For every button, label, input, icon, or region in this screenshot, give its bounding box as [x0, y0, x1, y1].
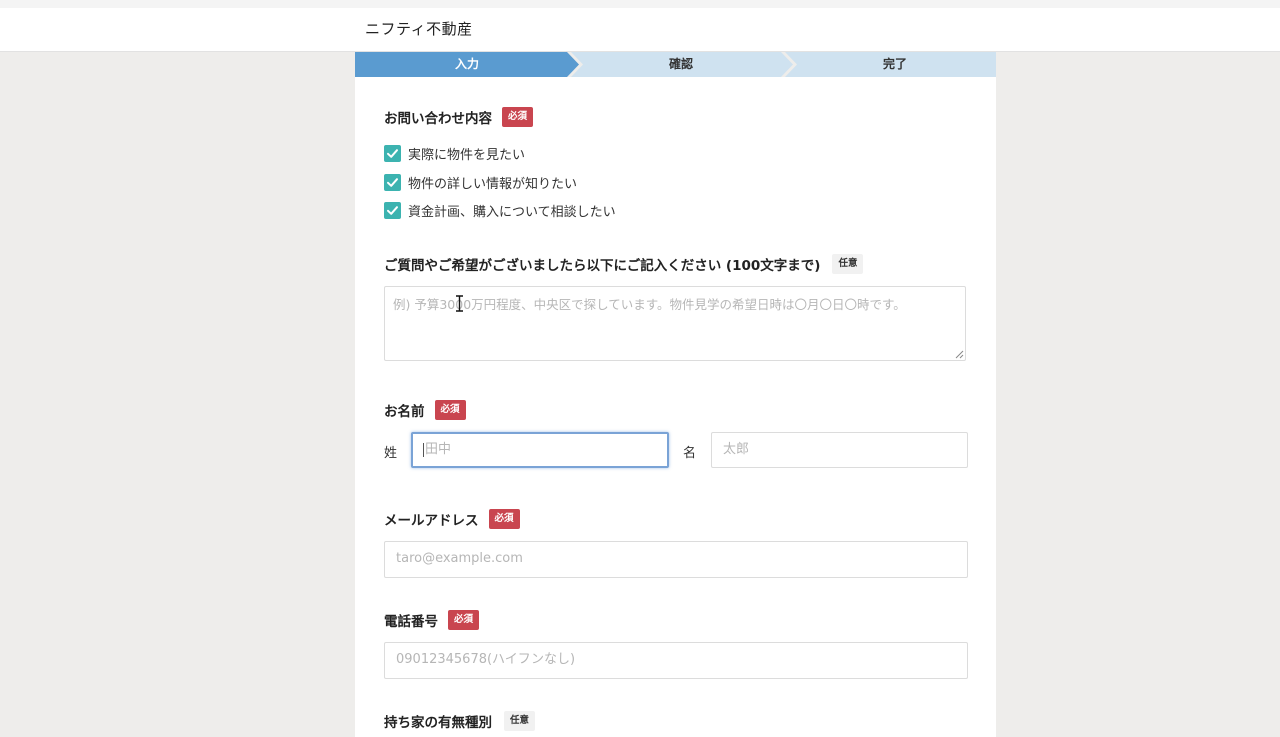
step-confirm: 確認: [668, 57, 693, 71]
browser-top-strip: [0, 0, 1280, 8]
last-name-placeholder: 田中: [425, 442, 452, 457]
check-icon: [387, 148, 398, 158]
question-textarea[interactable]: 例) 予算3000万円程度、中央区で探しています。物件見学の希望日時は〇月〇日〇…: [384, 286, 966, 361]
last-name-label: 姓: [384, 446, 398, 461]
phone-input[interactable]: 09012345678(ハイフンなし): [384, 642, 968, 679]
optional-badge: 任意: [504, 711, 536, 731]
form-panel: お問い合わせ内容 必須 実際に物件を見たい 物件の詳しい情報が知りたい 資金計画…: [355, 77, 996, 737]
option-label: 資金計画、購入について相談したい: [408, 204, 616, 220]
last-name-input[interactable]: 田中: [411, 432, 669, 468]
question-section-title: ご質問やご希望がございましたら以下にご記入ください (100文字まで) 任意: [384, 254, 864, 274]
step-complete: 完了: [882, 57, 907, 71]
site-logo[interactable]: ニフティ不動産: [365, 18, 473, 39]
inquiry-option-view[interactable]: 実際に物件を見たい: [384, 144, 526, 163]
optional-badge: 任意: [832, 254, 864, 274]
first-name-label: 名: [683, 446, 697, 461]
email-title: メールアドレス: [384, 513, 479, 529]
required-badge: 必須: [434, 400, 466, 420]
required-badge: 必須: [502, 107, 534, 127]
inquiry-title: お問い合わせ内容: [384, 111, 492, 127]
resize-handle-icon[interactable]: [955, 350, 964, 359]
check-icon: [387, 177, 398, 187]
next-section-title: 持ち家の有無種別 任意: [384, 711, 536, 731]
checkbox-checked[interactable]: [384, 201, 401, 219]
name-section-title: お名前 必須: [384, 400, 466, 420]
inquiry-option-details[interactable]: 物件の詳しい情報が知りたい: [384, 173, 578, 192]
first-name-placeholder: 太郎: [723, 442, 750, 457]
progress-steps: 入力 確認 完了: [355, 52, 996, 77]
checkbox-checked[interactable]: [384, 173, 401, 191]
inquiry-section-title: お問い合わせ内容 必須: [384, 107, 534, 127]
question-title: ご質問やご希望がございましたら以下にご記入ください (100文字まで): [384, 258, 821, 274]
check-icon: [387, 205, 398, 215]
step-input: 入力: [454, 57, 479, 71]
text-caret: [423, 442, 424, 457]
checkbox-checked[interactable]: [384, 144, 401, 162]
required-badge: 必須: [448, 610, 480, 630]
phone-placeholder: 09012345678(ハイフンなし): [396, 652, 576, 667]
option-label: 物件の詳しい情報が知りたい: [408, 176, 578, 192]
next-title: 持ち家の有無種別: [384, 715, 492, 731]
option-label: 実際に物件を見たい: [408, 147, 526, 163]
question-placeholder: 例) 予算3000万円程度、中央区で探しています。物件見学の希望日時は〇月〇日〇…: [393, 297, 906, 312]
email-input[interactable]: taro@example.com: [384, 541, 968, 578]
site-header: ニフティ不動産: [0, 8, 1280, 52]
inquiry-option-financing[interactable]: 資金計画、購入について相談したい: [384, 201, 616, 220]
first-name-input[interactable]: 太郎: [711, 432, 968, 468]
phone-title: 電話番号: [384, 614, 438, 630]
name-title: お名前: [384, 404, 425, 420]
phone-section-title: 電話番号 必須: [384, 610, 480, 630]
email-section-title: メールアドレス 必須: [384, 509, 520, 529]
text-cursor-icon: [456, 295, 463, 312]
email-placeholder: taro@example.com: [396, 551, 523, 566]
required-badge: 必須: [488, 509, 520, 529]
